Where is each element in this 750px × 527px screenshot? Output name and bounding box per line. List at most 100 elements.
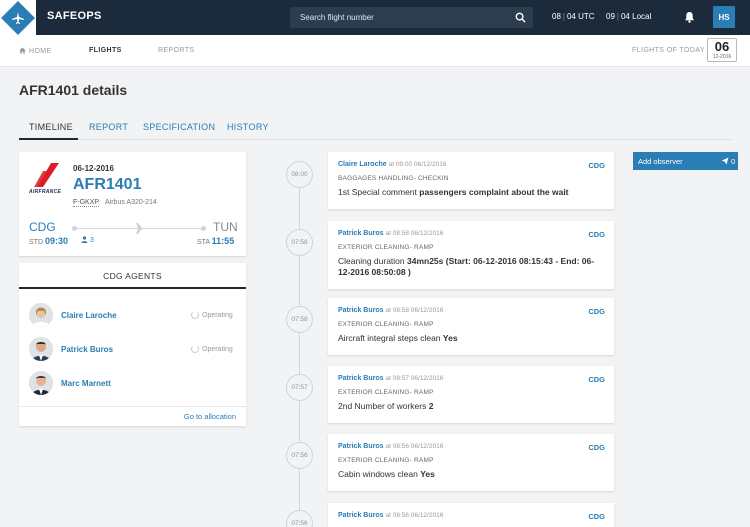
- flight-date: 06-12-2016: [73, 164, 114, 173]
- event-text: 1st Special comment passengers complaint…: [338, 187, 569, 197]
- add-observer-button[interactable]: Add observer 0: [633, 152, 738, 170]
- utc-clock: 08 | 04 UTC: [552, 12, 595, 21]
- nav-home[interactable]: HOME: [19, 47, 52, 55]
- event-timestamp: at 08:57 06/12/2016: [385, 375, 444, 382]
- timeline-event-card[interactable]: Patrick Buros at 08:57 06/12/2016 CDG EX…: [328, 366, 614, 423]
- avatar: [29, 371, 53, 395]
- flight-number: AFR1401: [73, 176, 142, 193]
- timeline-event-card[interactable]: Patrick Buros at 08:58 06/12/2016 CDG EX…: [328, 221, 614, 289]
- home-icon: [19, 47, 26, 54]
- agent-row[interactable]: Patrick Buros Operating: [19, 337, 246, 367]
- agent-status: Operating: [191, 311, 233, 319]
- agents-card: CDG AGENTS Claire Laroche Operating Patr…: [19, 263, 246, 426]
- event-text: Cleaning duration 34mn25s (Start: 06-12-…: [338, 256, 595, 277]
- event-timestamp: at 08:58 06/12/2016: [385, 230, 444, 237]
- timeline-event-card[interactable]: Patrick Buros at 08:58 06/12/2016 CDG EX…: [328, 298, 614, 355]
- event-author: Patrick Buros at 08:57 06/12/2016: [338, 375, 444, 382]
- event-location: CDG: [588, 375, 605, 384]
- event-location: CDG: [588, 307, 605, 316]
- agent-row[interactable]: Marc Marnett: [19, 371, 246, 401]
- tab-timeline[interactable]: TIMELINE: [29, 122, 73, 132]
- agent-name[interactable]: Claire Laroche: [61, 311, 117, 320]
- event-location: CDG: [588, 230, 605, 239]
- agents-card-footer: Go to allocation: [19, 406, 246, 421]
- departure-airport: CDG: [29, 220, 56, 234]
- event-text: Cabin windows clean Yes: [338, 469, 435, 479]
- nav-flights[interactable]: FLIGHTS: [89, 47, 122, 54]
- event-text: 2nd Number of workers 2: [338, 401, 434, 411]
- timeline-event-card[interactable]: Patrick Buros at 08:56 06/12/2016 CDG EX…: [328, 434, 614, 491]
- agent-name[interactable]: Patrick Buros: [61, 345, 113, 354]
- brand-name: SAFEOPS: [47, 10, 102, 22]
- event-author: Patrick Buros at 08:56 06/12/2016: [338, 512, 444, 519]
- aircraft-type: Airbus A320-214: [105, 199, 157, 206]
- timeline-time-bubble: 07:56: [286, 510, 313, 527]
- timeline-time-bubble: 07:58: [286, 229, 313, 256]
- event-author: Patrick Buros at 08:58 06/12/2016: [338, 307, 444, 314]
- timeline-time-bubble: 08:00: [286, 161, 313, 188]
- timeline-time-bubble: 07:58: [286, 306, 313, 333]
- bell-icon[interactable]: [684, 11, 695, 23]
- route-dot-start: [72, 226, 77, 231]
- flight-card: AIRFRANCE 06-12-2016 AFR1401 F-GKXP Airb…: [19, 152, 246, 256]
- event-category: EXTERIOR CLEANING- RAMP: [338, 244, 434, 251]
- airline-logo-text: AIRFRANCE: [29, 189, 62, 195]
- plane-logo-icon: [12, 11, 24, 24]
- avatar: [29, 337, 53, 361]
- tab-history[interactable]: HISTORY: [227, 122, 269, 132]
- event-location: CDG: [588, 443, 605, 452]
- top-bar: SAFEOPS Search flight number 08 | 04 UTC 0…: [0, 0, 750, 35]
- tab-bar: TIMELINE REPORT SPECIFICATION HISTORY: [19, 115, 731, 140]
- tab-specification[interactable]: SPECIFICATION: [143, 122, 215, 132]
- nav-bar: HOME FLIGHTS REPORTS FLIGHTS OF TODAY: [0, 35, 750, 67]
- event-category: EXTERIOR CLEANING- RAMP: [338, 457, 434, 464]
- air-france-logo: [34, 163, 59, 187]
- spinner-icon: [191, 345, 199, 353]
- event-timestamp: at 08:56 06/12/2016: [385, 512, 444, 519]
- nav-reports[interactable]: REPORTS: [158, 47, 195, 54]
- event-timestamp: at 09:00 06/12/2016: [388, 161, 447, 168]
- passenger-count: 3: [81, 236, 94, 244]
- spinner-icon: [191, 311, 199, 319]
- event-location: CDG: [588, 512, 605, 521]
- event-timestamp: at 08:58 06/12/2016: [385, 307, 444, 314]
- arrival-airport: TUN: [213, 220, 238, 234]
- timeline-time-bubble: 07:56: [286, 442, 313, 469]
- tab-report[interactable]: REPORT: [89, 122, 128, 132]
- timeline-event-card[interactable]: Patrick Buros at 08:56 06/12/2016 CDG: [328, 503, 614, 527]
- search-icon[interactable]: [515, 12, 526, 23]
- local-clock: 09 | 04 Local: [606, 12, 652, 21]
- agent-row[interactable]: Claire Laroche Operating: [19, 303, 246, 333]
- event-author: Claire Laroche at 09:00 06/12/2016: [338, 161, 447, 168]
- aircraft-registration[interactable]: F-GKXP: [73, 199, 100, 207]
- timeline-time-bubble: 07:57: [286, 374, 313, 401]
- go-to-allocation-link[interactable]: Go to allocation: [184, 412, 236, 421]
- event-category: EXTERIOR CLEANING- RAMP: [338, 321, 434, 328]
- send-icon: [721, 157, 729, 165]
- flights-of-today-link[interactable]: FLIGHTS OF TODAY: [632, 47, 705, 54]
- event-category: BAGGAGES HANDLING- CHECKIN: [338, 175, 449, 182]
- event-author: Patrick Buros at 08:56 06/12/2016: [338, 443, 444, 450]
- avatar: [29, 303, 53, 327]
- agents-card-title: CDG AGENTS: [19, 263, 246, 289]
- route-dot-end: [201, 226, 206, 231]
- event-location: CDG: [588, 161, 605, 170]
- person-icon: [81, 236, 88, 243]
- timeline-event-card[interactable]: Claire Laroche at 09:00 06/12/2016 CDG B…: [328, 152, 614, 209]
- user-avatar[interactable]: HS: [713, 6, 735, 28]
- agent-name[interactable]: Marc Marnett: [61, 379, 111, 388]
- event-timestamp: at 08:56 06/12/2016: [385, 443, 444, 450]
- event-author: Patrick Buros at 08:58 06/12/2016: [338, 230, 444, 237]
- search-input[interactable]: Search flight number: [290, 7, 533, 28]
- std-time: STD 09:30: [29, 236, 68, 246]
- observer-count: 0: [731, 157, 736, 166]
- search-placeholder: Search flight number: [300, 13, 374, 22]
- sta-time: STA 11:55: [197, 236, 235, 246]
- event-text: Aircraft integral steps clean Yes: [338, 333, 458, 343]
- agent-status: Operating: [191, 345, 233, 353]
- event-category: EXTERIOR CLEANING- RAMP: [338, 389, 434, 396]
- app-logo[interactable]: [0, 0, 36, 35]
- calendar-date[interactable]: 06 12-2016: [707, 38, 737, 62]
- page-title: AFR1401 details: [19, 82, 128, 98]
- timeline-line: [299, 175, 300, 527]
